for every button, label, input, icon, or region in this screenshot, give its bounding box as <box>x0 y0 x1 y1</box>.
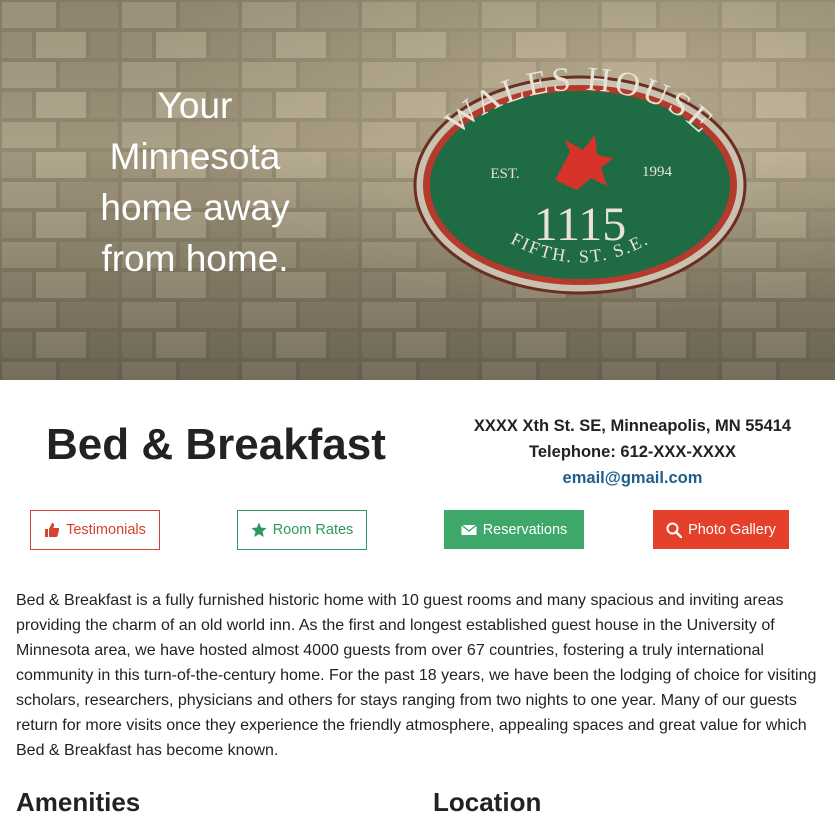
thumbs-up-icon <box>44 522 60 538</box>
tagline-line: home away <box>100 187 290 228</box>
intro-paragraph: Bed & Breakfast is a fully furnished his… <box>16 592 817 759</box>
search-icon <box>666 522 683 538</box>
sign-year: 1994 <box>642 164 673 180</box>
location-heading: Location <box>433 787 542 817</box>
tagline-line: Minnesota <box>109 136 281 177</box>
photo-gallery-label: Photo Gallery <box>688 521 776 538</box>
sign-est: EST. <box>490 166 519 182</box>
address: XXXX Xth St. SE, Minneapolis, MN 55414 <box>473 417 792 435</box>
testimonials-button[interactable]: Testimonials <box>30 510 160 550</box>
room-rates-label: Room Rates <box>272 522 354 538</box>
tagline-line: Your <box>157 85 233 126</box>
reservations-button[interactable]: Reservations <box>444 510 584 549</box>
star-icon <box>251 522 267 538</box>
hero-tagline: Your Minnesota home away from home. <box>80 80 310 284</box>
email-link[interactable]: email@gmail.com <box>430 466 835 492</box>
telephone: Telephone: 612-XXX-XXXX <box>529 443 736 461</box>
room-rates-button[interactable]: Room Rates <box>237 510 367 550</box>
photo-gallery-button[interactable]: Photo Gallery <box>653 510 789 549</box>
amenities-heading: Amenities <box>16 787 141 817</box>
envelope-icon <box>460 522 477 538</box>
house-sign: WALES HOUSE EST. 1994 1115 FIFTH. ST. S.… <box>413 61 747 295</box>
site-title: Bed & Breakfast <box>46 420 386 469</box>
hero-banner: Your Minnesota home away from home. WALE… <box>0 0 835 380</box>
contact-info: XXXX Xth St. SE, Minneapolis, MN 55414 T… <box>430 414 835 492</box>
testimonials-label: Testimonials <box>66 522 146 538</box>
tagline-line: from home. <box>101 238 289 279</box>
reservations-label: Reservations <box>482 521 568 538</box>
